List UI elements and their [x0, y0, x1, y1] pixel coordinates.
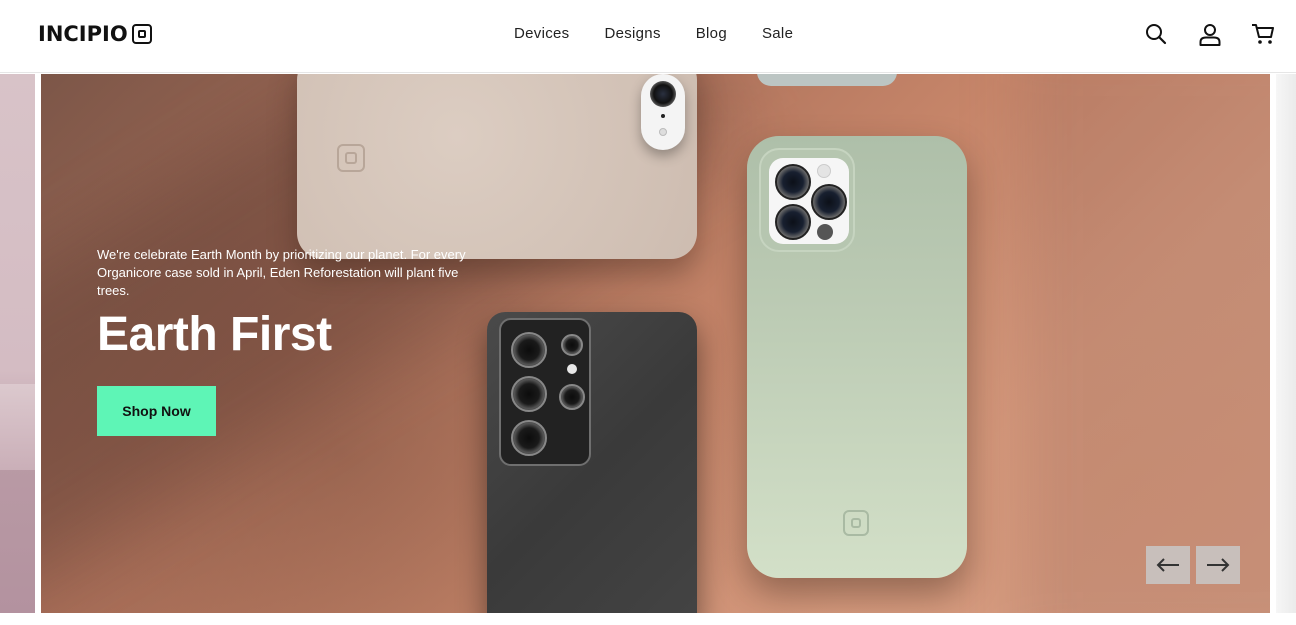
product-image — [757, 74, 897, 86]
brand-mark-icon — [337, 144, 365, 172]
sensor-icon — [661, 114, 665, 118]
camera-lens-icon — [811, 184, 847, 220]
header-icons — [0, 21, 1296, 51]
camera-lens-icon — [511, 420, 547, 456]
camera-lens-icon — [561, 334, 583, 356]
product-image-green-case — [747, 136, 967, 578]
carousel-prev-button[interactable] — [1146, 546, 1190, 584]
sensor-icon — [817, 224, 833, 240]
account-icon[interactable] — [1197, 21, 1223, 47]
previous-slide-peek[interactable] — [0, 74, 35, 613]
camera-lens-icon — [511, 332, 547, 368]
camera-lens-icon — [775, 164, 811, 200]
camera-lens-icon — [650, 81, 676, 107]
camera-module — [759, 148, 855, 252]
next-slide-peek[interactable] — [1276, 74, 1296, 613]
camera-module — [499, 318, 591, 466]
search-icon[interactable] — [1143, 21, 1169, 47]
flash-icon — [817, 164, 831, 178]
light-shadow — [1021, 74, 1270, 613]
hero-carousel: We're celebrate Earth Month by prioritiz… — [0, 74, 1296, 613]
product-image-white-case — [641, 74, 685, 150]
camera-lens-icon — [775, 204, 811, 240]
brand-mark-icon — [843, 510, 869, 536]
camera-lens-icon — [511, 376, 547, 412]
site-header: INCIPIO Devices Designs Blog Sale — [0, 0, 1296, 73]
cart-icon[interactable] — [1250, 21, 1276, 47]
arrow-left-icon — [1156, 558, 1179, 572]
hero-description: We're celebrate Earth Month by prioritiz… — [97, 247, 466, 298]
hero-title: Earth First — [97, 308, 332, 361]
arrow-right-icon — [1207, 558, 1230, 572]
shop-now-button[interactable]: Shop Now — [97, 386, 216, 436]
flash-icon — [659, 128, 667, 136]
product-image-beige-case — [297, 74, 697, 259]
product-image-black-case — [487, 312, 697, 613]
hero-slide: We're celebrate Earth Month by prioritiz… — [41, 74, 1270, 613]
carousel-next-button[interactable] — [1196, 546, 1240, 584]
camera-lens-icon — [559, 384, 585, 410]
flash-icon — [567, 364, 577, 374]
